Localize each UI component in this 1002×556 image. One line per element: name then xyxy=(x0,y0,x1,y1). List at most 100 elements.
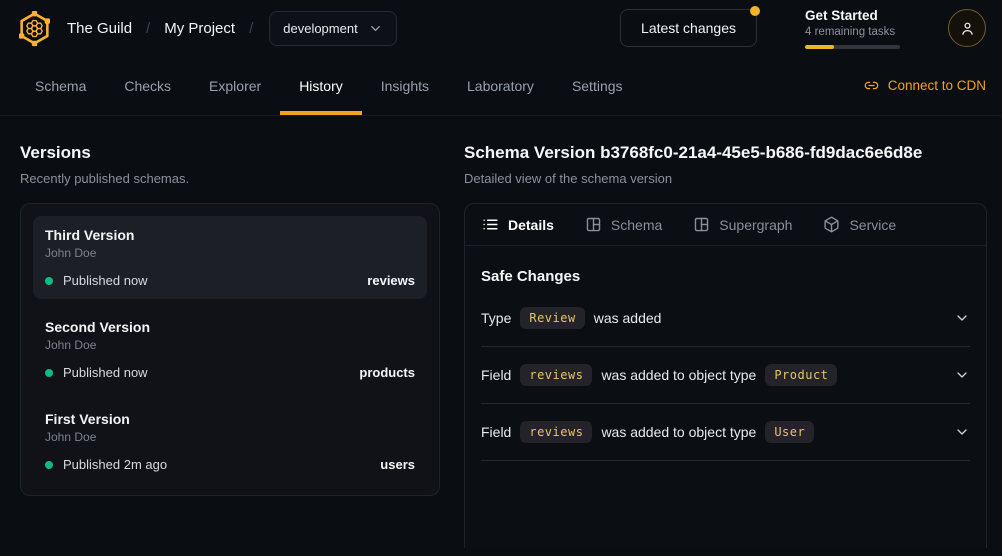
detail-tab-label: Service xyxy=(849,217,896,233)
nav-tab[interactable]: Explorer xyxy=(190,56,280,115)
detail-tab[interactable]: Schema xyxy=(585,216,662,233)
nav-tab-label: Laboratory xyxy=(467,78,534,94)
schema-change-row[interactable]: Field reviews was added to object type User xyxy=(481,404,970,461)
get-started-subtitle: 4 remaining tasks xyxy=(805,26,900,38)
schema-change-row[interactable]: TypeReviewwas added xyxy=(481,290,970,347)
nav-tab-label: Checks xyxy=(124,78,171,94)
nav-tab[interactable]: Schema xyxy=(16,56,105,115)
change-text: was added to object type xyxy=(601,424,756,440)
nav-right: Connect to CDN xyxy=(864,56,986,115)
change-text: was added to object type xyxy=(601,367,756,383)
chevron-down-icon[interactable] xyxy=(954,310,970,326)
schema-change-row[interactable]: Field reviews was added to object type Prod… xyxy=(481,347,970,404)
version-meta-row: Published now products xyxy=(45,365,415,380)
published-time: Published now xyxy=(63,273,148,288)
version-meta-row: Published now reviews xyxy=(45,273,415,288)
hive-logo-icon[interactable] xyxy=(16,10,53,47)
detail-tab-icon xyxy=(585,216,602,233)
link-icon xyxy=(864,78,879,93)
environment-selector[interactable]: development xyxy=(269,11,396,46)
connect-to-cdn-link[interactable]: Connect to CDN xyxy=(864,78,986,93)
service-name: reviews xyxy=(367,273,415,288)
get-started-progress-bar xyxy=(805,45,900,49)
nav-tab-label: Settings xyxy=(572,78,623,94)
change-text: Field xyxy=(481,424,511,440)
versions-column: Versions Recently published schemas. Thi… xyxy=(20,143,440,496)
version-title: First Version xyxy=(45,411,415,427)
detail-tab-icon xyxy=(482,216,499,233)
detail-tab[interactable]: Service xyxy=(823,216,896,233)
user-avatar[interactable] xyxy=(948,9,986,47)
version-meta-row: Published 2m ago users xyxy=(45,457,415,472)
published-status-dot xyxy=(45,277,53,285)
code-badge: Product xyxy=(765,364,837,386)
version-author: John Doe xyxy=(45,246,415,260)
published-time: Published now xyxy=(63,365,148,380)
detail-tabs-list: Details Schema Supergraph Service xyxy=(465,204,986,246)
latest-changes-label: Latest changes xyxy=(641,20,736,36)
detail-tab[interactable]: Details xyxy=(482,216,554,233)
change-text: was added xyxy=(594,310,662,326)
version-author: John Doe xyxy=(45,338,415,352)
schema-version-panel: Details Schema Supergraph Service Safe C… xyxy=(464,203,987,548)
change-description: TypeReviewwas added xyxy=(481,307,661,329)
nav-tab-label: Insights xyxy=(381,78,429,94)
detail-tab-label: Schema xyxy=(611,217,662,233)
version-title: Second Version xyxy=(45,319,415,335)
code-badge: reviews xyxy=(520,421,592,443)
get-started-widget[interactable]: Get Started 4 remaining tasks xyxy=(805,8,900,49)
version-author: John Doe xyxy=(45,430,415,444)
nav-tab-label: Explorer xyxy=(209,78,261,94)
person-icon xyxy=(959,20,976,37)
detail-tab-icon xyxy=(823,216,840,233)
chevron-down-icon xyxy=(368,21,383,36)
code-badge: Review xyxy=(520,307,584,329)
get-started-progress-fill xyxy=(805,45,834,49)
versions-title: Versions xyxy=(20,143,440,163)
safe-changes-title: Safe Changes xyxy=(481,260,970,290)
nav-tab[interactable]: Checks xyxy=(105,56,190,115)
detail-content: Safe Changes TypeReviewwas added Fieldre… xyxy=(465,246,986,461)
service-name: products xyxy=(359,365,415,380)
notification-dot xyxy=(750,6,760,16)
version-list-item[interactable]: Third Version John Doe Published now rev… xyxy=(33,216,427,299)
detail-tab[interactable]: Supergraph xyxy=(693,216,792,233)
versions-subtitle: Recently published schemas. xyxy=(20,171,440,186)
versions-list: Third Version John Doe Published now rev… xyxy=(20,203,440,496)
change-description: Field reviews was added to object type Prod… xyxy=(481,364,837,386)
detail-column: Schema Version b3768fc0-21a4-45e5-b686-f… xyxy=(464,143,987,548)
published-time: Published 2m ago xyxy=(63,457,167,472)
service-name: users xyxy=(380,457,415,472)
breadcrumb-separator: / xyxy=(146,20,150,37)
code-badge: User xyxy=(765,421,814,443)
schema-version-subtitle: Detailed view of the schema version xyxy=(464,171,987,186)
schema-version-title: Schema Version b3768fc0-21a4-45e5-b686-f… xyxy=(464,143,987,163)
top-bar: The Guild / My Project / development Lat… xyxy=(0,0,1002,56)
code-badge: reviews xyxy=(520,364,592,386)
chevron-down-icon[interactable] xyxy=(954,367,970,383)
version-title: Third Version xyxy=(45,227,415,243)
nav-tab[interactable]: History xyxy=(280,56,362,115)
app-window: The Guild / My Project / development Lat… xyxy=(0,0,1002,556)
changes-list: TypeReviewwas added Fieldreviewswas adde… xyxy=(481,290,970,461)
nav-tab[interactable]: Insights xyxy=(362,56,448,115)
breadcrumb-org[interactable]: The Guild xyxy=(67,20,132,37)
detail-tab-label: Details xyxy=(508,217,554,233)
breadcrumb-project[interactable]: My Project xyxy=(164,20,235,37)
nav-tabs-list: Schema Checks Explorer History Insights … xyxy=(16,56,642,115)
change-text: Field xyxy=(481,367,511,383)
version-list-item[interactable]: Second Version John Doe Published now pr… xyxy=(33,308,427,391)
nav-tab-label: Schema xyxy=(35,78,86,94)
detail-tab-icon xyxy=(693,216,710,233)
main-nav: Schema Checks Explorer History Insights … xyxy=(0,56,1002,116)
nav-tab[interactable]: Laboratory xyxy=(448,56,553,115)
top-bar-right: Latest changes Get Started 4 remaining t… xyxy=(620,8,986,49)
change-description: Field reviews was added to object type User xyxy=(481,421,814,443)
chevron-down-icon[interactable] xyxy=(954,424,970,440)
nav-tab[interactable]: Settings xyxy=(553,56,642,115)
version-list-item[interactable]: First Version John Doe Published 2m ago … xyxy=(33,400,427,483)
latest-changes-button[interactable]: Latest changes xyxy=(620,9,757,47)
connect-to-cdn-label: Connect to CDN xyxy=(888,78,986,93)
breadcrumb-separator: / xyxy=(249,20,253,37)
detail-tab-label: Supergraph xyxy=(719,217,792,233)
